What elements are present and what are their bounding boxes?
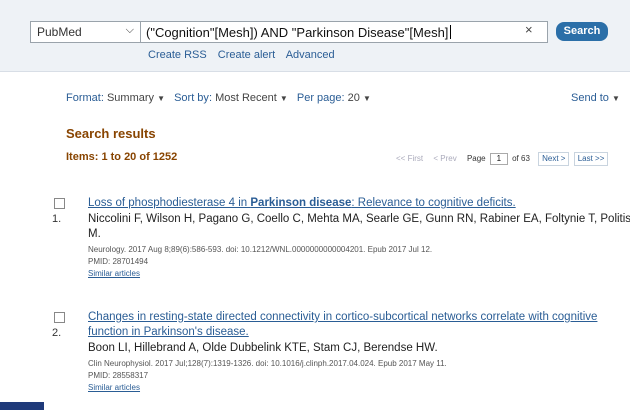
create-rss-link[interactable]: Create RSS [148, 49, 207, 61]
per-page-option[interactable]: Per page: 20 ▼ [297, 92, 371, 104]
search-input[interactable]: ("Cognition"[Mesh]) AND "Parkinson Disea… [141, 21, 548, 43]
page-number-input[interactable]: 1 [489, 153, 508, 165]
database-select-value: PubMed [37, 25, 82, 39]
result-body: Loss of phosphodiesterase 4 in Parkinson… [88, 196, 630, 280]
chevron-down-icon: ⌵ [125, 24, 134, 36]
results-heading: Search results [66, 126, 156, 141]
article-pmid: PMID: 28558317 [88, 371, 149, 380]
display-options: Format: Summary ▼ Sort by: Most Recent ▼… [66, 92, 626, 104]
advanced-search-link[interactable]: Advanced [286, 49, 335, 61]
format-dropdown-icon: ▼ [157, 94, 166, 103]
page-label: Page [466, 154, 486, 163]
prev-page-link[interactable]: < Prev [433, 154, 456, 163]
send-to-menu[interactable]: Send to ▼ [571, 92, 620, 104]
next-page-button[interactable]: Next > [538, 152, 570, 166]
per-page-dropdown-icon: ▼ [362, 94, 371, 103]
send-to-dropdown-icon: ▼ [611, 94, 620, 103]
text-caret [450, 25, 452, 39]
article-authors: Niccolini F, Wilson H, Pagano G, Coello … [88, 213, 630, 240]
total-pages: of 63 [512, 154, 530, 163]
items-count: Items: 1 to 20 of 1252 [66, 151, 178, 163]
send-to-label: Send to [571, 92, 609, 104]
article-title-link[interactable]: Loss of phosphodiesterase 4 in Parkinson… [88, 196, 630, 211]
search-sub-links: Create RSS Create alert Advanced [148, 49, 343, 61]
select-checkbox[interactable] [54, 198, 65, 209]
result-number: 2. [52, 327, 62, 339]
article-title-link[interactable]: Changes in resting-state directed connec… [88, 310, 630, 340]
search-input-value: ("Cognition"[Mesh]) AND "Parkinson Disea… [146, 25, 449, 40]
clear-search-icon[interactable]: × [525, 22, 533, 37]
result-number: 1. [52, 213, 62, 225]
pagination: << First < Prev Page 1 of 63 Next > Last… [396, 152, 610, 166]
search-button[interactable]: Search [556, 22, 608, 41]
similar-articles-link[interactable]: Similar articles [88, 382, 630, 394]
similar-articles-link[interactable]: Similar articles [88, 268, 630, 280]
article-citation: Neurology. 2017 Aug 8;89(6):586-593. doi… [88, 245, 433, 254]
sort-option[interactable]: Sort by: Most Recent ▼ [174, 92, 288, 104]
result-body: Changes in resting-state directed connec… [88, 310, 630, 394]
last-page-button[interactable]: Last >> [573, 152, 609, 166]
format-option[interactable]: Format: Summary ▼ [66, 92, 165, 104]
sort-dropdown-icon: ▼ [279, 94, 288, 103]
article-pmid: PMID: 28701494 [88, 257, 149, 266]
corner-decoration [0, 402, 44, 410]
first-page-link[interactable]: << First [396, 154, 423, 163]
create-alert-link[interactable]: Create alert [218, 49, 275, 61]
search-bar: PubMed ⌵ ("Cognition"[Mesh]) AND "Parkin… [0, 0, 630, 72]
database-select[interactable]: PubMed ⌵ [30, 21, 141, 43]
select-checkbox[interactable] [54, 312, 65, 323]
article-authors: Boon LI, Hillebrand A, Olde Dubbelink KT… [88, 342, 438, 354]
article-citation: Clin Neurophysiol. 2017 Jul;128(7):1319-… [88, 359, 447, 368]
